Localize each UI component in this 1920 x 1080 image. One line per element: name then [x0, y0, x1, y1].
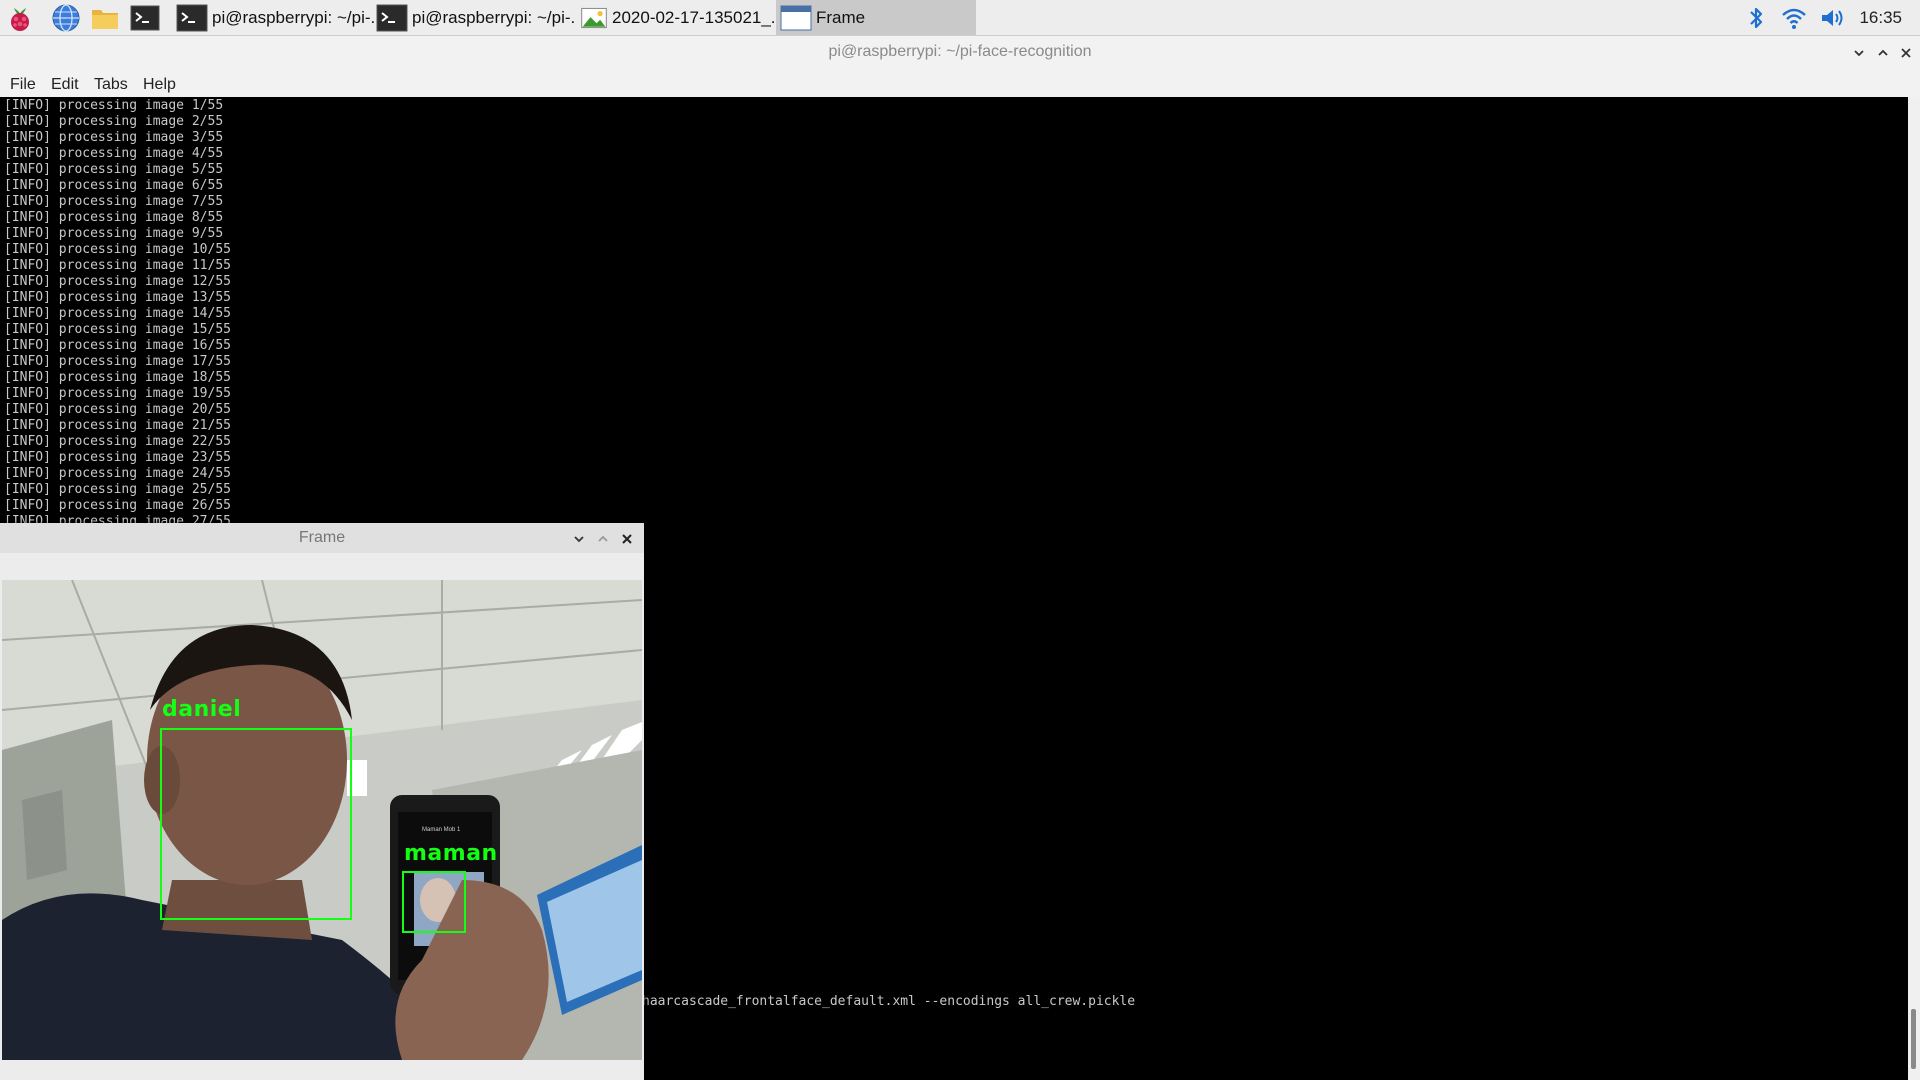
terminal-icon	[376, 4, 408, 31]
terminal-line: [INFO] processing image 6/55	[4, 178, 224, 193]
terminal-line: [INFO] processing image 1/55	[4, 98, 224, 113]
terminal-icon[interactable]	[129, 2, 161, 34]
menu-tabs[interactable]: Tabs	[94, 68, 128, 97]
taskbar-task-frame[interactable]: Frame	[776, 0, 976, 35]
maximize-button[interactable]	[592, 523, 614, 553]
terminal-line: [INFO] processing image 7/55	[4, 194, 224, 209]
image-viewer-icon	[581, 7, 607, 28]
terminal-line: [INFO] processing image 15/55	[4, 322, 231, 337]
terminal-line: [INFO] processing image 23/55	[4, 450, 231, 465]
terminal-line: [INFO] processing image 26/55	[4, 498, 231, 513]
window-icon	[780, 5, 812, 30]
terminal-line: [INFO] processing image 19/55	[4, 386, 231, 401]
terminal-line: [INFO] processing image 3/55	[4, 130, 224, 145]
wifi-icon[interactable]	[1780, 4, 1808, 32]
taskbar: pi@raspberrypi: ~/pi-... pi@raspberrypi:…	[0, 0, 1920, 36]
terminal-line: [INFO] processing image 17/55	[4, 354, 231, 369]
terminal-scrollbar[interactable]	[1908, 97, 1920, 1080]
task-label: Frame	[816, 7, 866, 27]
task-label: pi@raspberrypi: ~/pi-...	[412, 7, 574, 27]
terminal-menubar: File Edit Tabs Help	[0, 68, 1920, 97]
clock[interactable]: 16:35	[1859, 0, 1902, 36]
terminal-line: [INFO] processing image 4/55	[4, 146, 224, 161]
maximize-button[interactable]	[1872, 36, 1894, 68]
minimize-button[interactable]	[1848, 36, 1870, 68]
terminal-line: [INFO] processing image 5/55	[4, 162, 224, 177]
terminal-line: [INFO] processing image 21/55	[4, 418, 231, 433]
web-browser-icon[interactable]	[50, 2, 82, 34]
terminal-line: [INFO] processing image 14/55	[4, 306, 231, 321]
window-title: Frame	[298, 529, 346, 546]
terminal-line: [INFO] processing image 11/55	[4, 258, 231, 273]
terminal-icon	[176, 4, 208, 31]
terminal-command-line: haarcascade_frontalface_default.xml --en…	[642, 994, 1136, 1009]
close-button[interactable]	[1895, 36, 1917, 68]
menu-file[interactable]: File	[10, 68, 36, 97]
terminal-line: [INFO] processing image 9/55	[4, 226, 224, 241]
terminal-line: [INFO] processing image 2/55	[4, 114, 224, 129]
task-label: 2020-02-17-135021_...	[612, 7, 774, 27]
terminal-line: [INFO] processing image 13/55	[4, 290, 231, 305]
terminal-line: [INFO] processing image 10/55	[4, 242, 231, 257]
taskbar-task-image-viewer[interactable]: 2020-02-17-135021_...	[576, 0, 774, 35]
terminal-titlebar[interactable]: pi@raspberrypi: ~/pi-face-recognition	[0, 36, 1920, 68]
volume-icon[interactable]	[1818, 4, 1846, 32]
raspberry-menu-icon[interactable]	[4, 2, 36, 34]
terminal-line: [INFO] processing image 18/55	[4, 370, 231, 385]
taskbar-task-terminal-2[interactable]: pi@raspberrypi: ~/pi-...	[372, 0, 574, 35]
menu-help[interactable]: Help	[143, 68, 176, 97]
detection-label-daniel: daniel	[162, 697, 242, 722]
close-button[interactable]	[616, 523, 638, 553]
scrollbar-thumb[interactable]	[1911, 1009, 1916, 1069]
terminal-line: [INFO] processing image 24/55	[4, 466, 231, 481]
taskbar-task-terminal-1[interactable]: pi@raspberrypi: ~/pi-...	[172, 0, 374, 35]
detection-box-daniel	[160, 728, 352, 920]
phone-screen-text: Maman Mob 1	[422, 827, 461, 833]
terminal-line: [INFO] processing image 12/55	[4, 274, 231, 289]
terminal-line: [INFO] processing image 25/55	[4, 482, 231, 497]
minimize-button[interactable]	[568, 523, 590, 553]
bluetooth-icon[interactable]	[1742, 4, 1770, 32]
menu-edit[interactable]: Edit	[51, 68, 79, 97]
frame-titlebar[interactable]: Frame	[0, 523, 644, 553]
terminal-line: [INFO] processing image 20/55	[4, 402, 231, 417]
task-label: pi@raspberrypi: ~/pi-...	[212, 7, 374, 27]
frame-window: Frame Maman Mob 1 daniel maman	[0, 523, 644, 1080]
detection-box-maman	[402, 871, 466, 933]
terminal-line: [INFO] processing image 22/55	[4, 434, 231, 449]
detection-label-maman: maman	[404, 841, 498, 866]
terminal-line: [INFO] processing image 8/55	[4, 210, 224, 225]
terminal-lines: [INFO] processing image 1/55 [INFO] proce…	[4, 98, 231, 530]
terminal-line: [INFO] processing image 16/55	[4, 338, 231, 353]
file-manager-icon[interactable]	[89, 2, 121, 34]
window-title: pi@raspberrypi: ~/pi-face-recognition	[828, 43, 1092, 60]
camera-frame: Maman Mob 1 daniel maman	[2, 580, 642, 1060]
